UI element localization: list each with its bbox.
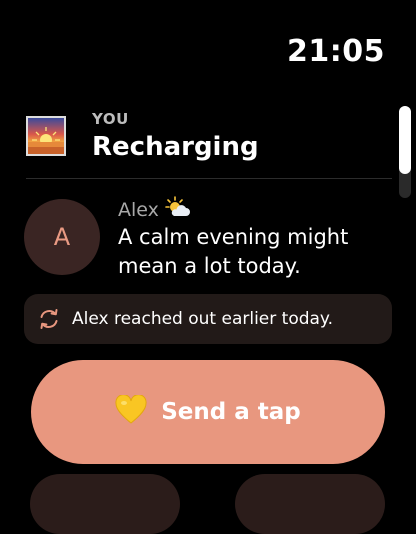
send-tap-label: Send a tap <box>161 399 301 425</box>
send-tap-button[interactable]: Send a tap <box>31 360 385 464</box>
clock-time: 21:05 <box>287 34 385 69</box>
avatar-letter: A <box>53 223 71 251</box>
notice-text: Alex reached out earlier today. <box>72 309 333 329</box>
my-status-row[interactable]: YOU Recharging <box>26 110 392 178</box>
divider <box>26 178 392 179</box>
yellow-heart-icon <box>115 394 147 429</box>
sun-behind-cloud-icon <box>165 196 191 223</box>
avatar[interactable]: A <box>24 199 100 275</box>
secondary-action-button[interactable] <box>235 474 385 534</box>
secondary-action-button[interactable] <box>30 474 180 534</box>
sunset-icon <box>26 116 66 156</box>
sync-arrows-icon <box>36 306 62 332</box>
activity-notice[interactable]: Alex reached out earlier today. <box>24 294 392 344</box>
friend-name: Alex <box>118 198 159 221</box>
you-label: YOU <box>92 110 129 128</box>
scrollbar-thumb[interactable] <box>399 106 411 174</box>
friend-name-row: Alex <box>118 196 191 223</box>
friend-message: A calm evening might mean a lot today. <box>118 225 349 278</box>
my-status-text: Recharging <box>92 132 259 162</box>
